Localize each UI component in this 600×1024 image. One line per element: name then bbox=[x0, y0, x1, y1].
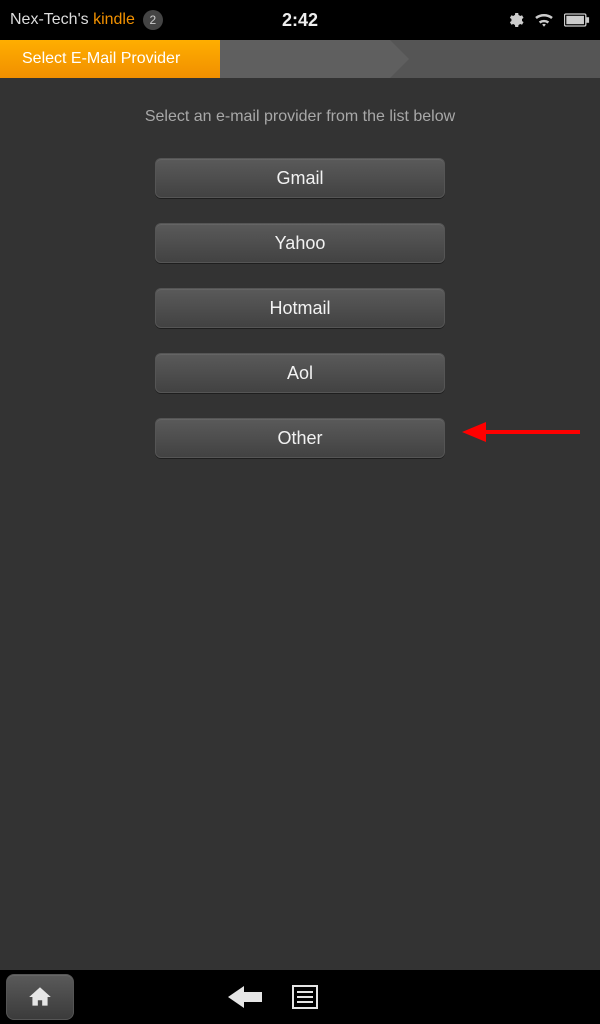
provider-button-aol[interactable]: Aol bbox=[155, 353, 445, 393]
device-name: Nex-Tech's kindle bbox=[10, 11, 135, 29]
provider-list: Gmail Yahoo Hotmail Aol Other bbox=[155, 158, 445, 458]
back-button[interactable] bbox=[228, 984, 262, 1010]
provider-button-other[interactable]: Other bbox=[155, 418, 445, 458]
status-right bbox=[506, 11, 590, 29]
home-button[interactable] bbox=[6, 974, 74, 1020]
content: Select an e-mail provider from the list … bbox=[0, 78, 600, 458]
status-bar: Nex-Tech's kindle 2 2:42 bbox=[0, 0, 600, 40]
notification-badge[interactable]: 2 bbox=[143, 10, 163, 30]
gear-icon[interactable] bbox=[506, 11, 524, 29]
home-icon bbox=[27, 984, 53, 1010]
wifi-icon bbox=[534, 12, 554, 28]
battery-icon bbox=[564, 13, 590, 27]
breadcrumb-bar: Select E-Mail Provider bbox=[0, 40, 600, 78]
provider-button-yahoo[interactable]: Yahoo bbox=[155, 223, 445, 263]
device-name-kindle: kindle bbox=[93, 11, 135, 28]
clock: 2:42 bbox=[282, 10, 318, 31]
breadcrumb-next-placeholder bbox=[220, 40, 390, 78]
breadcrumb-current-label: Select E-Mail Provider bbox=[22, 50, 180, 68]
status-left: Nex-Tech's kindle 2 bbox=[10, 10, 163, 30]
menu-button[interactable] bbox=[292, 985, 318, 1009]
breadcrumb-current[interactable]: Select E-Mail Provider bbox=[0, 40, 220, 78]
provider-button-hotmail[interactable]: Hotmail bbox=[155, 288, 445, 328]
instruction-text: Select an e-mail provider from the list … bbox=[145, 108, 455, 126]
provider-button-gmail[interactable]: Gmail bbox=[155, 158, 445, 198]
device-name-prefix: Nex-Tech's bbox=[10, 11, 93, 28]
bottom-nav-bar bbox=[0, 970, 600, 1024]
